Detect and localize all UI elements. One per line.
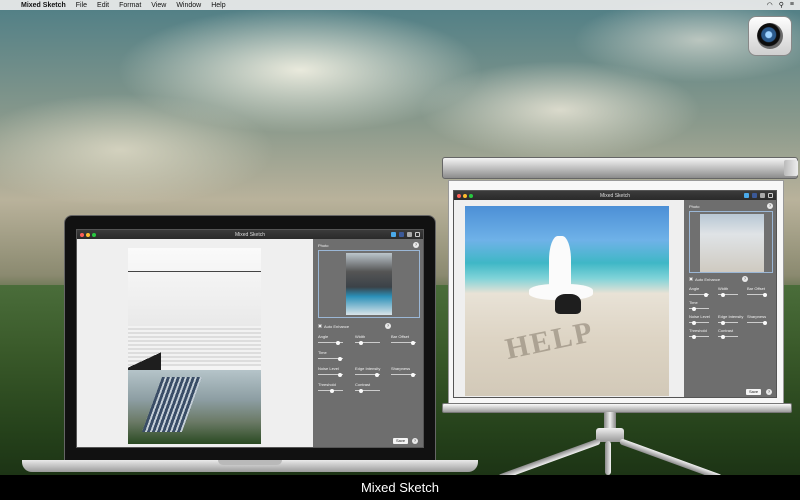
- projector-roller: [442, 157, 798, 179]
- projected-time-slider[interactable]: [689, 306, 709, 311]
- projected-app-window: Mixed Sketch HELP Photo ? Auto Enhance ?…: [453, 190, 777, 398]
- menu-file[interactable]: File: [71, 2, 92, 9]
- help-icon[interactable]: [415, 232, 420, 237]
- noise-level-label: Noise Level: [318, 366, 339, 371]
- photo-label: Photo: [318, 243, 329, 248]
- projected-edge-intensity-slider[interactable]: [718, 320, 738, 325]
- laptop-app-window: Mixed Sketch Photo ? Auto Enhance ? Angl…: [76, 229, 424, 448]
- projected-photo-help-button[interactable]: ?: [767, 203, 773, 209]
- angle-slider[interactable]: [318, 340, 343, 345]
- projected-threshold-label: Threshold: [689, 328, 707, 333]
- caption-text: Mixed Sketch: [360, 480, 440, 495]
- width-slider[interactable]: [355, 340, 380, 345]
- settings-panel: Photo ? Auto Enhance ? Angle Width Bar O…: [313, 239, 423, 447]
- twitter-icon[interactable]: [391, 232, 396, 237]
- caption-bar: Mixed Sketch: [0, 475, 800, 500]
- bar-offset-label: Bar Offset: [391, 334, 409, 339]
- groom-figure: [555, 294, 581, 314]
- menu-window[interactable]: Window: [171, 2, 206, 9]
- projected-save-button[interactable]: Save: [746, 389, 762, 395]
- menu-format[interactable]: Format: [114, 2, 146, 9]
- projector-bottom-bar: [442, 403, 792, 413]
- projected-photo-label: Photo: [689, 204, 700, 209]
- projected-angle-label: Angle: [689, 286, 700, 291]
- beach-photo: HELP: [465, 206, 669, 396]
- edge-intensity-slider[interactable]: [355, 372, 380, 377]
- save-help-button[interactable]: ?: [412, 438, 418, 444]
- projected-settings-panel: Photo ? Auto Enhance ? Angle Width Bar O…: [684, 200, 776, 397]
- projected-window-titlebar: Mixed Sketch: [454, 191, 776, 200]
- projected-noise-level-slider[interactable]: [689, 320, 709, 325]
- list-icon[interactable]: ≡: [790, 1, 794, 9]
- projected-window-title: Mixed Sketch: [599, 192, 630, 199]
- contrast-slider[interactable]: [355, 388, 380, 393]
- projected-sharpness-label: Sharpness: [747, 314, 767, 319]
- projected-noise-level-label: Noise Level: [689, 314, 710, 319]
- photo-well[interactable]: [318, 250, 420, 318]
- facebook-icon[interactable]: [399, 232, 404, 237]
- menu-app-name[interactable]: Mixed Sketch: [16, 2, 71, 9]
- projected-bar-offset-slider[interactable]: [747, 292, 767, 297]
- edge-intensity-label: Edge Intensity: [355, 366, 381, 371]
- camera-lens-icon: [757, 23, 783, 49]
- menu-bar: Mixed Sketch File Edit Format View Windo…: [0, 0, 800, 10]
- projected-contrast-slider[interactable]: [718, 334, 738, 339]
- sand-text: HELP: [502, 315, 598, 366]
- projected-photo-thumbnail: [700, 214, 764, 272]
- menu-edit[interactable]: Edit: [92, 2, 114, 9]
- projected-facebook-icon[interactable]: [752, 193, 757, 198]
- projected-photo-well[interactable]: [689, 211, 773, 273]
- time-slider[interactable]: [318, 356, 343, 361]
- projected-auto-enhance-label: Auto Enhance: [695, 277, 721, 282]
- app-icon[interactable]: [748, 16, 792, 56]
- window-title: Mixed Sketch: [234, 231, 265, 238]
- photo-help-button[interactable]: ?: [413, 242, 419, 248]
- auto-enhance-label: Auto Enhance: [324, 324, 350, 329]
- share-icon[interactable]: [407, 232, 412, 237]
- window-titlebar: Mixed Sketch: [77, 230, 423, 239]
- projected-edge-intensity-label: Edge Intensity: [718, 314, 744, 319]
- contrast-label: Contrast: [355, 382, 371, 387]
- projected-share-icon[interactable]: [760, 193, 765, 198]
- time-label: Time: [318, 350, 327, 355]
- photo-thumbnail: [346, 253, 392, 315]
- threshold-slider[interactable]: [318, 388, 343, 393]
- projected-width-label: Width: [718, 286, 729, 291]
- threshold-label: Threshold: [318, 382, 336, 387]
- sharpness-label: Sharpness: [391, 366, 411, 371]
- projected-bar-offset-label: Bar Offset: [747, 286, 765, 291]
- projector-stand-leg-center: [605, 441, 611, 475]
- search-icon[interactable]: ⚲: [779, 1, 784, 9]
- projected-sharpness-slider[interactable]: [747, 320, 767, 325]
- angle-label: Angle: [318, 334, 329, 339]
- projected-help-icon[interactable]: [768, 193, 773, 198]
- projected-auto-enhance-checkbox[interactable]: [689, 277, 693, 281]
- projected-auto-enhance-help-button[interactable]: ?: [742, 276, 748, 282]
- projected-save-help-button[interactable]: ?: [766, 389, 772, 395]
- projected-threshold-slider[interactable]: [689, 334, 709, 339]
- save-button[interactable]: Save: [393, 438, 409, 444]
- width-label: Width: [355, 334, 366, 339]
- projected-twitter-icon[interactable]: [744, 193, 749, 198]
- sketch-preview: [128, 248, 261, 444]
- noise-level-slider[interactable]: [318, 372, 343, 377]
- projected-width-slider[interactable]: [718, 292, 738, 297]
- wifi-icon[interactable]: ◠: [767, 1, 773, 9]
- projected-time-label: Time: [689, 300, 698, 305]
- projected-contrast-label: Contrast: [718, 328, 734, 333]
- auto-enhance-help-button[interactable]: ?: [385, 323, 391, 329]
- laptop-base: [22, 460, 478, 472]
- menu-help[interactable]: Help: [206, 2, 230, 9]
- canvas-area: [77, 239, 313, 447]
- sharpness-slider[interactable]: [391, 372, 416, 377]
- auto-enhance-checkbox[interactable]: [318, 324, 322, 328]
- projected-angle-slider[interactable]: [689, 292, 709, 297]
- bar-offset-slider[interactable]: [391, 340, 416, 345]
- projected-canvas-area: HELP: [454, 200, 684, 397]
- menu-view[interactable]: View: [146, 2, 171, 9]
